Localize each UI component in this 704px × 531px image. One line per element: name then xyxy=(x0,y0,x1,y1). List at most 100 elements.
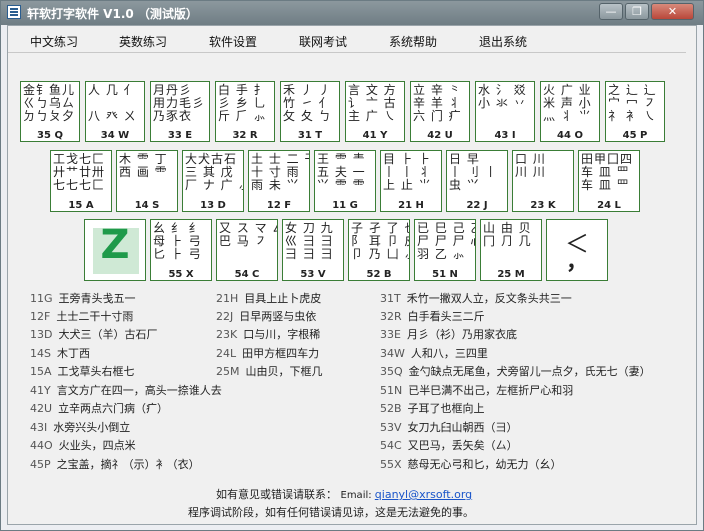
key-t[interactable]: 禾 丿 丿 竹 ㇀ 亻 攵 夂 ㄅ 31 T xyxy=(280,81,340,142)
key-a[interactable]: 工戈七匚 廾艹廿卅 七七七匚 15 A xyxy=(50,150,112,212)
ref-text: 大犬三（羊）古石厂 xyxy=(58,328,158,341)
key-code: 14 S xyxy=(134,200,160,211)
key-v[interactable]: 女 刀 九 巛 彐 ⺕ 彐 ⺕ ⺕ 53 V xyxy=(282,219,344,281)
ref-text: 火业头，四点米 xyxy=(58,439,136,452)
key-code: 22 J xyxy=(466,200,488,211)
ref-row: 23K 口与川，字根稀 xyxy=(216,326,320,342)
ref-row: 42U 立辛两点六门病（疒） xyxy=(30,400,168,416)
ref-text: 王旁青头戋五一 xyxy=(58,292,136,305)
ref-text: 禾竹一撇双人立，反文条头共三一 xyxy=(406,292,572,305)
menu-settings[interactable]: 软件设置 xyxy=(209,33,257,50)
ref-text: 言文方广在四一，高头一捺谁人去 xyxy=(56,384,222,397)
key-comma[interactable]: ＜ ， xyxy=(546,219,608,281)
key-h[interactable]: 目 ⺊ ⺊ 丨 丨 丬 上 止 ⺌ 21 H xyxy=(380,150,442,212)
ref-text: 口与川，字根稀 xyxy=(243,328,321,341)
close-button[interactable]: ✕ xyxy=(651,3,694,20)
menu-english-practice[interactable]: 英数练习 xyxy=(119,33,167,50)
key-x[interactable]: 幺 纟 纟 母 ⺊ 弓 匕 ⺊ 弓 55 X xyxy=(150,219,212,281)
ref-row: 13D 大犬三（羊）古石厂 xyxy=(30,326,157,342)
maximize-icon: ❐ xyxy=(632,5,642,18)
key-glyph: 水 氵 㸚 小 氺 丷 xyxy=(478,83,527,110)
key-e[interactable]: 月丹彡 用力毛彡 乃豕衣 33 E xyxy=(150,81,210,142)
key-g[interactable]: 王 ⻗ 龶 五 夫 一 ⺍ ⻗ ⻗ 11 G xyxy=(314,150,376,212)
ref-code: 33E xyxy=(380,328,401,341)
key-n[interactable]: 已 巳 己 乙 尸 尸 尸 心 羽 乙 ⺗ 51 N xyxy=(414,219,476,281)
maximize-button[interactable]: ❐ xyxy=(625,3,649,20)
key-q[interactable]: 金钅鱼儿 ㄍㄅ乌ㄙ ㄉㄅㄆ夕 35 Q xyxy=(20,81,80,142)
ref-text: 已半巳满不出己，左框折尸心和羽 xyxy=(408,384,574,397)
ref-code: 21H xyxy=(216,292,239,305)
ref-code: 41Y xyxy=(30,384,51,397)
ref-code: 22J xyxy=(216,310,234,323)
menu-help[interactable]: 系统帮助 xyxy=(389,33,437,50)
ref-code: 42U xyxy=(30,402,53,415)
ref-text: 目具上止卜虎皮 xyxy=(244,292,322,305)
key-code: 34 W xyxy=(100,130,130,141)
key-l[interactable]: 田甲囗四 车 皿 罒 车 皿 罒 24 L xyxy=(578,150,640,212)
key-code: 21 H xyxy=(398,200,424,211)
key-code: 25 M xyxy=(497,269,525,280)
ref-row: 15A 工戈草头右框七 xyxy=(30,363,135,379)
ref-code: 23K xyxy=(216,328,238,341)
key-u[interactable]: 立 辛 ⺀ 辛 羊 丬 六 门 疒 42 U xyxy=(410,81,470,142)
key-glyph: 土 士 二 干 十 寸 雨 雨 未 ⺍ xyxy=(251,152,309,192)
menu-online-exam[interactable]: 联网考试 xyxy=(299,33,347,50)
key-i[interactable]: 水 氵 㸚 小 氺 丷 43 I xyxy=(475,81,535,142)
key-code: 24 L xyxy=(597,200,621,211)
ref-text: 慈母无心弓和匕，幼无力（幺） xyxy=(407,458,562,471)
ref-text: 之宝盖，摘礻（示）衤（衣） xyxy=(56,458,200,471)
key-r[interactable]: 白 手 扌 彡 乡 乚 斤 ⺁ ⺗ 32 R xyxy=(215,81,275,142)
ref-text: 子耳了也框向上 xyxy=(407,402,485,415)
minimize-button[interactable]: — xyxy=(599,3,623,20)
menu-chinese-practice[interactable]: 中文练习 xyxy=(30,33,78,50)
ref-code: 15A xyxy=(30,365,52,378)
menu-exit[interactable]: 退出系统 xyxy=(479,33,527,50)
ref-code: 12F xyxy=(30,310,51,323)
key-j[interactable]: 日 早 丨 刂 丨 虫 ⺍ 22 J xyxy=(446,150,508,212)
ref-row: 53V 女刀九臼山朝西（彐） xyxy=(380,419,518,435)
key-f[interactable]: 土 士 二 干 十 寸 雨 雨 未 ⺍ 12 F xyxy=(248,150,310,212)
ref-code: 24L xyxy=(216,347,237,360)
ref-code: 11G xyxy=(30,292,53,305)
close-icon: ✕ xyxy=(667,5,678,18)
ref-text: 白手看头三二斤 xyxy=(407,310,485,323)
key-b[interactable]: 子 孑 了 也 阝 耳 卩 皮 卩 乃 凵 ⺗ 52 B xyxy=(348,219,410,281)
title-bar[interactable]: 轩软打字软件 V1.0 （测试版） — ❐ ✕ xyxy=(1,1,703,25)
ref-row: 34W 人和八，三四里 xyxy=(380,345,488,361)
key-w[interactable]: 人 几 亻 八 癶 ㄨ 34 W xyxy=(85,81,145,142)
key-s[interactable]: 木 ⻗ 丁 西 画 ⻗ 14 S xyxy=(116,150,178,212)
key-z-label: Z xyxy=(100,222,130,268)
key-p[interactable]: 之 辶 辶 宀 冖 ㇇ 礻 衤 ㇏ 45 P xyxy=(605,81,665,142)
key-code: 53 V xyxy=(300,269,326,280)
ref-code: 53V xyxy=(380,421,402,434)
key-m[interactable]: 山 由 贝 冂 ⺆ 几 25 M xyxy=(480,219,542,281)
key-code: 32 R xyxy=(232,130,258,141)
menu-bar: 中文练习 英数练习 软件设置 联网考试 系统帮助 退出系统 xyxy=(8,30,696,52)
key-glyph: 山 由 贝 冂 ⺆ 几 xyxy=(483,221,532,248)
window-title: 轩软打字软件 V1.0 （测试版） xyxy=(27,7,198,21)
key-k[interactable]: 口 川 川 川 23 K xyxy=(512,150,574,212)
key-o[interactable]: 火 广 业 米 声 小 灬 丬 ⺌ 44 O xyxy=(540,81,600,142)
email-link[interactable]: qianyl@xrsoft.org xyxy=(375,488,472,501)
key-glyph: 田甲囗四 车 皿 罒 车 皿 罒 xyxy=(581,152,634,192)
key-glyph: 火 广 业 米 声 小 灬 丬 ⺌ xyxy=(543,83,592,123)
key-c[interactable]: 又 ス マ 厶 巴 马 ㇇ 54 C xyxy=(216,219,278,281)
contact-line: 如有意见或错误请联系： Email: qianyl@xrsoft.org xyxy=(216,486,472,502)
ref-row: 44O 火业头，四点米 xyxy=(30,437,136,453)
key-glyph: 子 孑 了 也 阝 耳 卩 皮 卩 乃 凵 ⺗ xyxy=(351,221,409,261)
ref-row: 11G 王旁青头戋五一 xyxy=(30,290,136,306)
minimize-icon: — xyxy=(605,5,617,18)
key-glyph: 白 手 扌 彡 乡 乚 斤 ⺁ ⺗ xyxy=(218,83,267,123)
contact-text: 如有意见或错误请联系： xyxy=(216,488,337,501)
ref-row: 35Q 金勺缺点无尾鱼，犬旁留儿一点夕，氏无七（妻） xyxy=(380,363,651,379)
key-d[interactable]: 大犬古石 三 其 戊 厂 ナ 广 ⺗ 13 D xyxy=(182,150,244,212)
ref-text: 土士二干十寸雨 xyxy=(56,310,134,323)
ref-text: 水旁兴头小倒立 xyxy=(53,421,131,434)
ref-code: 51N xyxy=(380,384,403,397)
ref-row: 43I 水旁兴头小倒立 xyxy=(30,419,130,435)
key-code: 55 X xyxy=(168,269,194,280)
key-glyph: 言 文 方 讠 亠 古 主 广 ㇏ xyxy=(348,83,397,123)
email-label: Email: xyxy=(340,490,375,501)
key-z[interactable]: Z xyxy=(84,219,146,281)
key-y[interactable]: 言 文 方 讠 亠 古 主 广 ㇏ 41 Y xyxy=(345,81,405,142)
